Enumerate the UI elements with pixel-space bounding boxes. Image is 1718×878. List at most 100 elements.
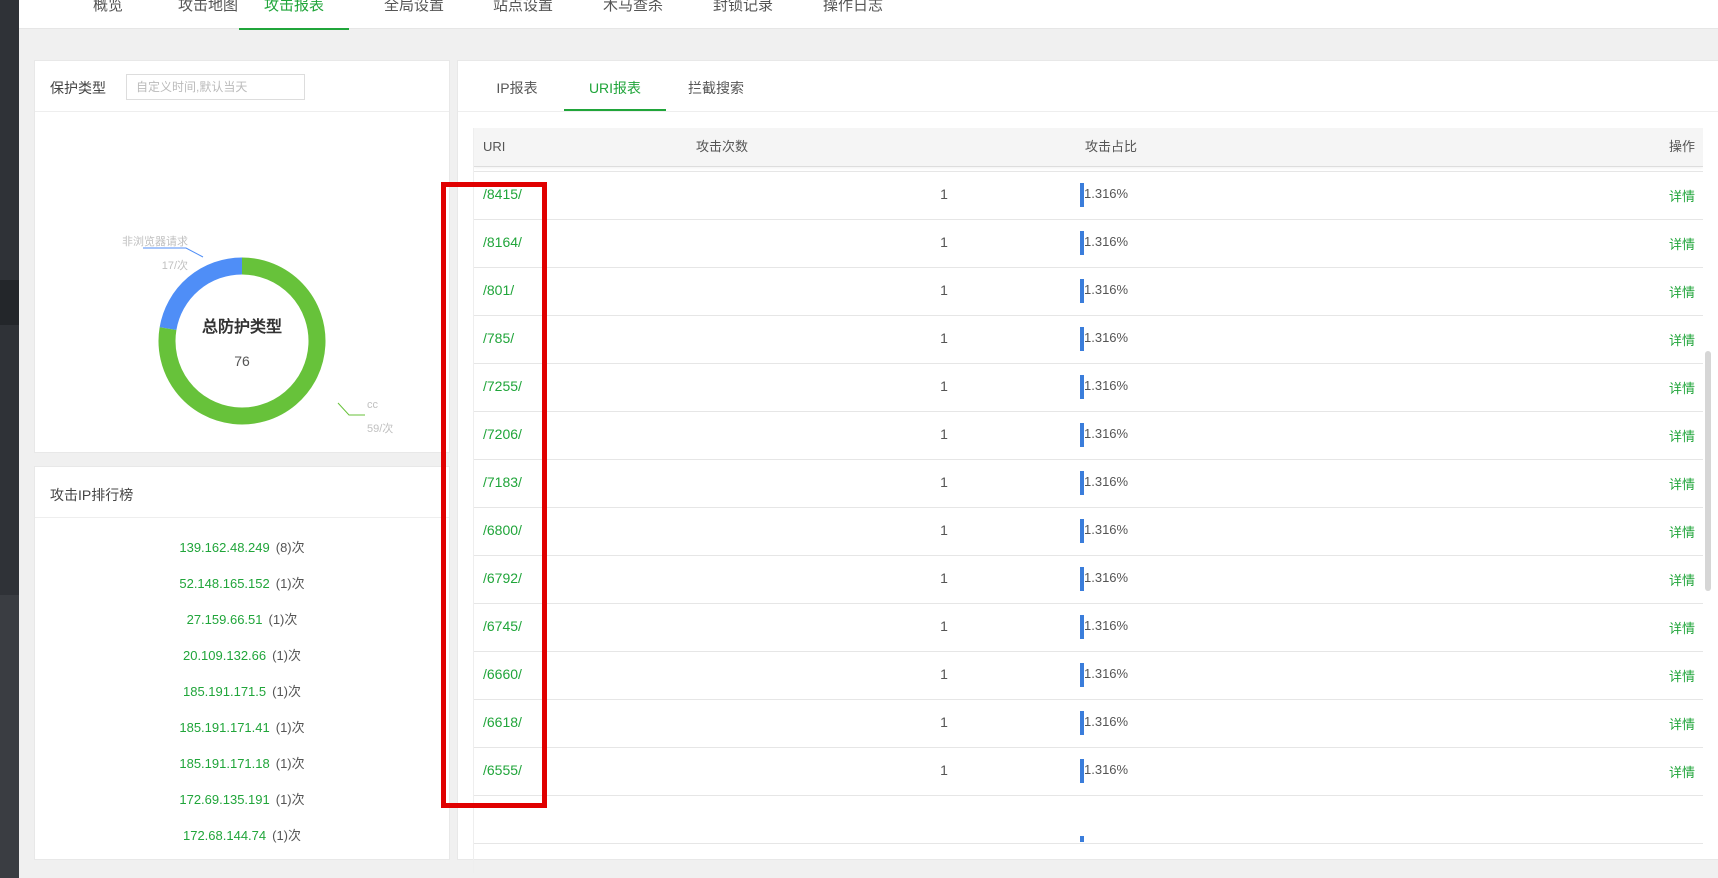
hit-count: 1 bbox=[940, 186, 948, 202]
ratio-value: 1.316% bbox=[1084, 186, 1129, 201]
ranking-list: 139.162.48.249 (8)次 52.148.165.152 (1)次 27… bbox=[35, 537, 449, 859]
detail-link[interactable]: 详情 bbox=[1669, 522, 1695, 541]
ranking-count: (1)次 bbox=[272, 828, 302, 843]
column-header-action: 操作 bbox=[1668, 139, 1695, 154]
nav-tab-attack-report[interactable]: 攻击报表 bbox=[239, 0, 349, 30]
uri-report-table: URI 攻击次数 攻击占比 操作 /8581/11.316%详情/8415/11… bbox=[473, 128, 1703, 873]
donut-slice-cc[interactable] bbox=[156, 255, 329, 428]
ranking-ip-link[interactable]: 185.191.171.41 bbox=[179, 720, 269, 735]
top-nav: 概览 攻击地图 攻击报表 全局设置 站点设置 木马查杀 封锁记录 操作日志 bbox=[19, 0, 1718, 30]
table-row: /6618/1 1.316% 详情 bbox=[474, 700, 1703, 748]
detail-link[interactable]: 详情 bbox=[1669, 714, 1695, 733]
detail-link[interactable]: 详情 bbox=[1669, 234, 1695, 253]
ranking-item: 172.69.135.191 (1)次 bbox=[35, 789, 449, 825]
hit-count: 1 bbox=[940, 474, 948, 490]
hit-count: 1 bbox=[940, 330, 948, 346]
ranking-ip-link[interactable]: 172.69.135.191 bbox=[179, 792, 269, 807]
table-row: /801/1 1.316% 详情 bbox=[474, 268, 1703, 316]
table-row: /6792/1 1.316% 详情 bbox=[474, 556, 1703, 604]
ranking-ip-link[interactable]: 172.68.144.74 bbox=[183, 828, 266, 843]
nav-tab-site-settings[interactable]: 站点设置 bbox=[473, 0, 573, 28]
ratio-value: 1.316% bbox=[1084, 330, 1129, 345]
ranking-ip-link[interactable]: 185.191.171.5 bbox=[183, 684, 266, 699]
ratio-value: 1.316% bbox=[1084, 714, 1129, 729]
ratio-value: 1.316% bbox=[1084, 474, 1129, 489]
detail-link[interactable]: 详情 bbox=[1669, 378, 1695, 397]
detail-link[interactable]: 详情 bbox=[1669, 330, 1695, 349]
slice-label-name: 非浏览器请求 bbox=[122, 234, 188, 248]
ranking-item: 20.109.132.66 (1)次 bbox=[35, 645, 449, 681]
detail-link[interactable]: 详情 bbox=[1669, 426, 1695, 445]
detail-link[interactable]: 详情 bbox=[1669, 618, 1695, 637]
table-row: /7183/1 1.316% 详情 bbox=[474, 460, 1703, 508]
ratio-value: 1.316% bbox=[1084, 762, 1129, 777]
nav-tab-block-records[interactable]: 封锁记录 bbox=[693, 0, 793, 28]
ranking-ip-link[interactable]: 139.162.48.249 bbox=[179, 540, 269, 555]
nav-tab-trojan-scan[interactable]: 木马查杀 bbox=[583, 0, 683, 28]
sidebar-active-strip bbox=[0, 280, 19, 325]
detail-link[interactable]: 详情 bbox=[1669, 666, 1695, 685]
table-row: /6800/1 1.316% 详情 bbox=[474, 508, 1703, 556]
column-header-uri: URI bbox=[483, 139, 506, 154]
hit-count: 1 bbox=[940, 618, 948, 634]
donut-leader-line-browser bbox=[143, 247, 204, 258]
table-row: /785/1 1.316% 详情 bbox=[474, 316, 1703, 364]
subtab-ip-report[interactable]: IP报表 bbox=[480, 61, 554, 111]
detail-link[interactable]: 详情 bbox=[1669, 474, 1695, 493]
hit-count: 1 bbox=[940, 282, 948, 298]
detail-link[interactable]: 详情 bbox=[1669, 282, 1695, 301]
ranking-ip-link[interactable]: 185.191.171.18 bbox=[179, 756, 269, 771]
detail-link[interactable]: 详情 bbox=[1669, 570, 1695, 589]
uri-report-card: IP报表 URI报表 拦截搜索 URI 攻击次数 攻击占比 操作 /8581/1… bbox=[457, 60, 1718, 873]
table-body: /8581/11.316%详情/8415/11.316%详情/8164/11.3… bbox=[474, 128, 1703, 844]
subtab-uri-report[interactable]: URI报表 bbox=[564, 61, 666, 111]
detail-link[interactable]: 详情 bbox=[1669, 762, 1695, 781]
nav-tab-overview[interactable]: 概览 bbox=[58, 0, 158, 28]
donut-center-title: 总防护类型 bbox=[202, 317, 282, 336]
ratio-value: 1.316% bbox=[1084, 378, 1129, 393]
detail-link[interactable]: 详情 bbox=[1669, 186, 1695, 205]
ranking-item: 185.191.171.41 (1)次 bbox=[35, 717, 449, 753]
ratio-value: 1.316% bbox=[1084, 570, 1129, 585]
report-subtabs: IP报表 URI报表 拦截搜索 bbox=[458, 61, 1718, 112]
left-sidebar-edge bbox=[0, 0, 19, 878]
ranking-item: 139.162.48.249 (8)次 bbox=[35, 537, 449, 573]
nav-tab-global-settings[interactable]: 全局设置 bbox=[364, 0, 464, 28]
table-row: /7206/1 1.316% 详情 bbox=[474, 412, 1703, 460]
hit-count: 1 bbox=[940, 762, 948, 778]
ranking-card-title: 攻击IP排行榜 bbox=[50, 487, 134, 503]
sidebar-lower-section bbox=[0, 595, 19, 878]
ranking-ip-link[interactable]: 27.159.66.51 bbox=[187, 612, 263, 627]
slice-label-value: 59/次 bbox=[367, 421, 393, 435]
ranking-ip-link[interactable]: 20.109.132.66 bbox=[183, 648, 266, 663]
hit-count: 1 bbox=[940, 714, 948, 730]
table-row: /6555/1 1.316% 详情 bbox=[474, 748, 1703, 796]
table-scrollbar[interactable] bbox=[1705, 351, 1711, 591]
ratio-value: 1.316% bbox=[1084, 426, 1129, 441]
ranking-count: (1)次 bbox=[275, 792, 305, 807]
protection-donut-chart: 非浏览器请求 17/次 cc 59/次 总防护类型 76 bbox=[122, 234, 393, 435]
ranking-item: 27.159.66.51 (1)次 bbox=[35, 609, 449, 645]
donut-leader-line-cc bbox=[337, 402, 365, 416]
donut-center-value: 76 bbox=[234, 353, 250, 369]
ranking-ip-link[interactable]: 52.148.165.152 bbox=[179, 576, 269, 591]
slice-label-value: 17/次 bbox=[162, 258, 188, 272]
subtab-intercept-search[interactable]: 拦截搜索 bbox=[676, 61, 756, 111]
ranking-count: (1)次 bbox=[272, 648, 302, 663]
ranking-count: (1)次 bbox=[268, 612, 298, 627]
protection-card-header: 保护类型 bbox=[35, 61, 449, 112]
uri-column-highlight-box bbox=[441, 182, 547, 808]
table-row: /6660/1 1.316% 详情 bbox=[474, 652, 1703, 700]
ratio-value: 1.316% bbox=[1084, 234, 1129, 249]
ranking-item: 172.68.144.74 (1)次 bbox=[35, 825, 449, 859]
hit-count: 1 bbox=[940, 570, 948, 586]
custom-time-input[interactable] bbox=[126, 74, 305, 100]
nav-tab-operation-log[interactable]: 操作日志 bbox=[803, 0, 903, 28]
ratio-value: 1.316% bbox=[1084, 522, 1129, 537]
hit-count: 1 bbox=[940, 666, 948, 682]
table-row: /8415/1 1.316% 详情 bbox=[474, 172, 1703, 220]
slice-label-name: cc bbox=[367, 399, 379, 411]
protection-type-card: 保护类型 非浏览器请求 17/次 cc 59/次 总防护类型 76 bbox=[34, 60, 450, 453]
protection-card-title: 保护类型 bbox=[50, 80, 106, 96]
ranking-item: 185.191.171.5 (1)次 bbox=[35, 681, 449, 717]
